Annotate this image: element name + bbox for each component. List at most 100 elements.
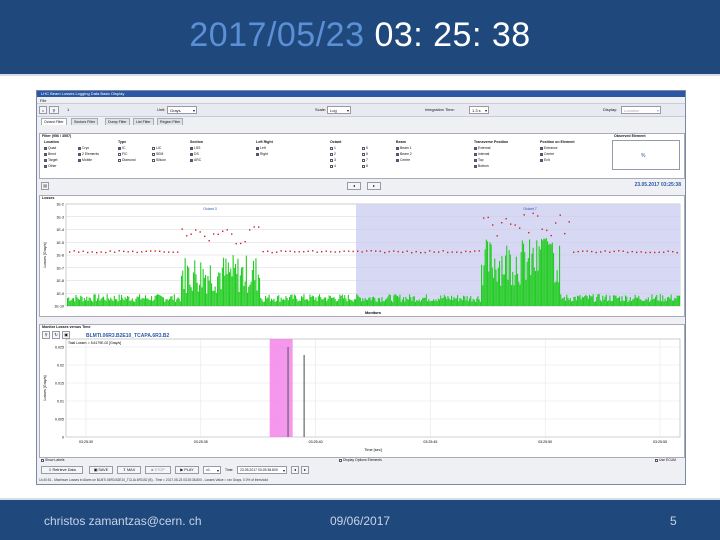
filter-checkbox[interactable]: [152, 158, 155, 162]
loss-bar: [417, 301, 419, 306]
filter-checkbox[interactable]: [474, 164, 477, 168]
expand-icon[interactable]: ▤: [41, 182, 49, 190]
display-options-checkbox[interactable]: [339, 458, 342, 462]
filter-checkbox[interactable]: [396, 146, 399, 150]
loss-bar: [183, 288, 185, 306]
filter-option-label: LSS: [194, 146, 201, 150]
home-icon[interactable]: ⌂: [39, 106, 47, 114]
filter-option[interactable]: Other: [44, 163, 59, 169]
threshold-marker: [447, 251, 449, 254]
filter-checkbox[interactable]: [540, 152, 543, 156]
filter-option[interactable]: Exit: [540, 157, 575, 163]
filter-option[interactable]: Right: [256, 151, 273, 157]
filter-checkbox[interactable]: [78, 146, 81, 150]
filter-checkbox[interactable]: [118, 146, 121, 150]
tab-dump-filter[interactable]: Dump Filter: [105, 118, 130, 125]
filter-checkbox[interactable]: [330, 158, 333, 162]
filter-checkbox[interactable]: [190, 152, 193, 156]
tab-list-filter[interactable]: List Filter: [133, 118, 154, 125]
step-back-icon[interactable]: ◂: [291, 466, 299, 474]
max-button[interactable]: ⇧ MAX: [117, 466, 141, 474]
loss-bar: [176, 299, 178, 306]
filter-option[interactable]: Diamond: [118, 157, 136, 163]
save-button[interactable]: ▣ SAVE: [89, 466, 113, 474]
losses-xlabel: Monitors: [365, 311, 381, 315]
filter-checkbox[interactable]: [152, 146, 155, 150]
filter-checkbox[interactable]: [474, 146, 477, 150]
filter-checkbox[interactable]: [44, 158, 47, 162]
filter-checkbox[interactable]: [362, 146, 365, 150]
loss-bar: [340, 295, 342, 306]
filter-option[interactable]: 4: [330, 163, 341, 169]
filter-checkbox[interactable]: [152, 152, 155, 156]
use-ecum-option[interactable]: Use ECUM: [655, 457, 676, 463]
tab-octant-filter[interactable]: Octant Filter: [41, 118, 67, 125]
loss-bar: [298, 300, 300, 306]
filter-checkbox[interactable]: [330, 164, 333, 168]
integration-select[interactable]: 1.3 s: [469, 106, 489, 114]
loss-bar: [184, 258, 186, 306]
next-button[interactable]: ▸: [367, 182, 381, 190]
display-select[interactable]: Location: [621, 106, 661, 114]
filter-checkbox[interactable]: [474, 158, 477, 162]
stop-label: STOP: [154, 468, 165, 472]
step-forward-icon[interactable]: ▸: [301, 466, 309, 474]
filter-checkbox[interactable]: [118, 152, 121, 156]
filter-checkbox[interactable]: [118, 158, 121, 162]
filter-option[interactable]: Bottom: [474, 163, 508, 169]
filter-option[interactable]: ARC: [190, 157, 203, 163]
retrieve-data-button[interactable]: ⇩ Retrieve Data: [41, 466, 83, 474]
tab-region-filter[interactable]: Region Filter: [157, 118, 184, 125]
filter-checkbox[interactable]: [330, 152, 333, 156]
speed-select[interactable]: x1: [203, 466, 221, 474]
filter-checkbox[interactable]: [78, 152, 81, 156]
loss-bar: [191, 290, 193, 306]
filter-checkbox[interactable]: [44, 152, 47, 156]
filter-checkbox[interactable]: [540, 158, 543, 162]
filter-checkbox[interactable]: [330, 146, 333, 150]
loss-bar: [541, 238, 543, 306]
filter-checkbox[interactable]: [256, 152, 259, 156]
show-labels-option[interactable]: Show Labels: [41, 457, 64, 463]
filter-checkbox[interactable]: [396, 158, 399, 162]
unit-select[interactable]: Grays: [167, 106, 197, 114]
filter-checkbox[interactable]: [44, 146, 47, 150]
loss-bar: [116, 299, 118, 306]
filter-checkbox[interactable]: [362, 158, 365, 162]
prev-button[interactable]: ◂: [347, 182, 361, 190]
loss-bar: [458, 301, 460, 306]
filter-checkbox[interactable]: [190, 158, 193, 162]
filter-checkbox[interactable]: [362, 152, 365, 156]
use-ecum-checkbox[interactable]: [655, 458, 658, 462]
menu-file[interactable]: File: [37, 97, 685, 104]
show-labels-checkbox[interactable]: [41, 458, 44, 462]
loss-bar: [369, 297, 371, 306]
observed-element-box[interactable]: %: [612, 140, 680, 170]
loss-bar: [145, 295, 147, 306]
filter-option[interactable]: Mobile: [78, 157, 99, 163]
zoom-icon[interactable]: ⚲: [49, 106, 59, 114]
scale-select[interactable]: Log: [327, 106, 351, 114]
threshold-marker: [199, 231, 201, 233]
time-field[interactable]: 23.05.2017 03:25:38.800: [237, 466, 287, 474]
threshold-marker: [411, 251, 413, 254]
tab-sectors-filter[interactable]: Sectors Filter: [71, 118, 99, 125]
filter-option[interactable]: 8: [362, 163, 368, 169]
filter-option[interactable]: Centre: [396, 157, 412, 163]
display-options-option[interactable]: Display Options Elements: [339, 457, 382, 463]
play-button[interactable]: ▶ PLAY: [175, 466, 199, 474]
filter-checkbox[interactable]: [474, 152, 477, 156]
filter-checkbox[interactable]: [362, 164, 365, 168]
filter-checkbox[interactable]: [396, 152, 399, 156]
filter-checkbox[interactable]: [190, 146, 193, 150]
filter-checkbox[interactable]: [78, 158, 81, 162]
loss-bar: [249, 284, 251, 306]
filter-checkbox[interactable]: [256, 146, 259, 150]
loss-bar: [572, 301, 574, 306]
loss-bar: [416, 300, 418, 306]
stop-button[interactable]: ■ STOP: [145, 466, 171, 474]
filter-checkbox[interactable]: [44, 164, 47, 168]
threshold-marker: [325, 250, 327, 252]
filter-checkbox[interactable]: [540, 146, 543, 150]
filter-option[interactable]: Silicon: [152, 157, 166, 163]
